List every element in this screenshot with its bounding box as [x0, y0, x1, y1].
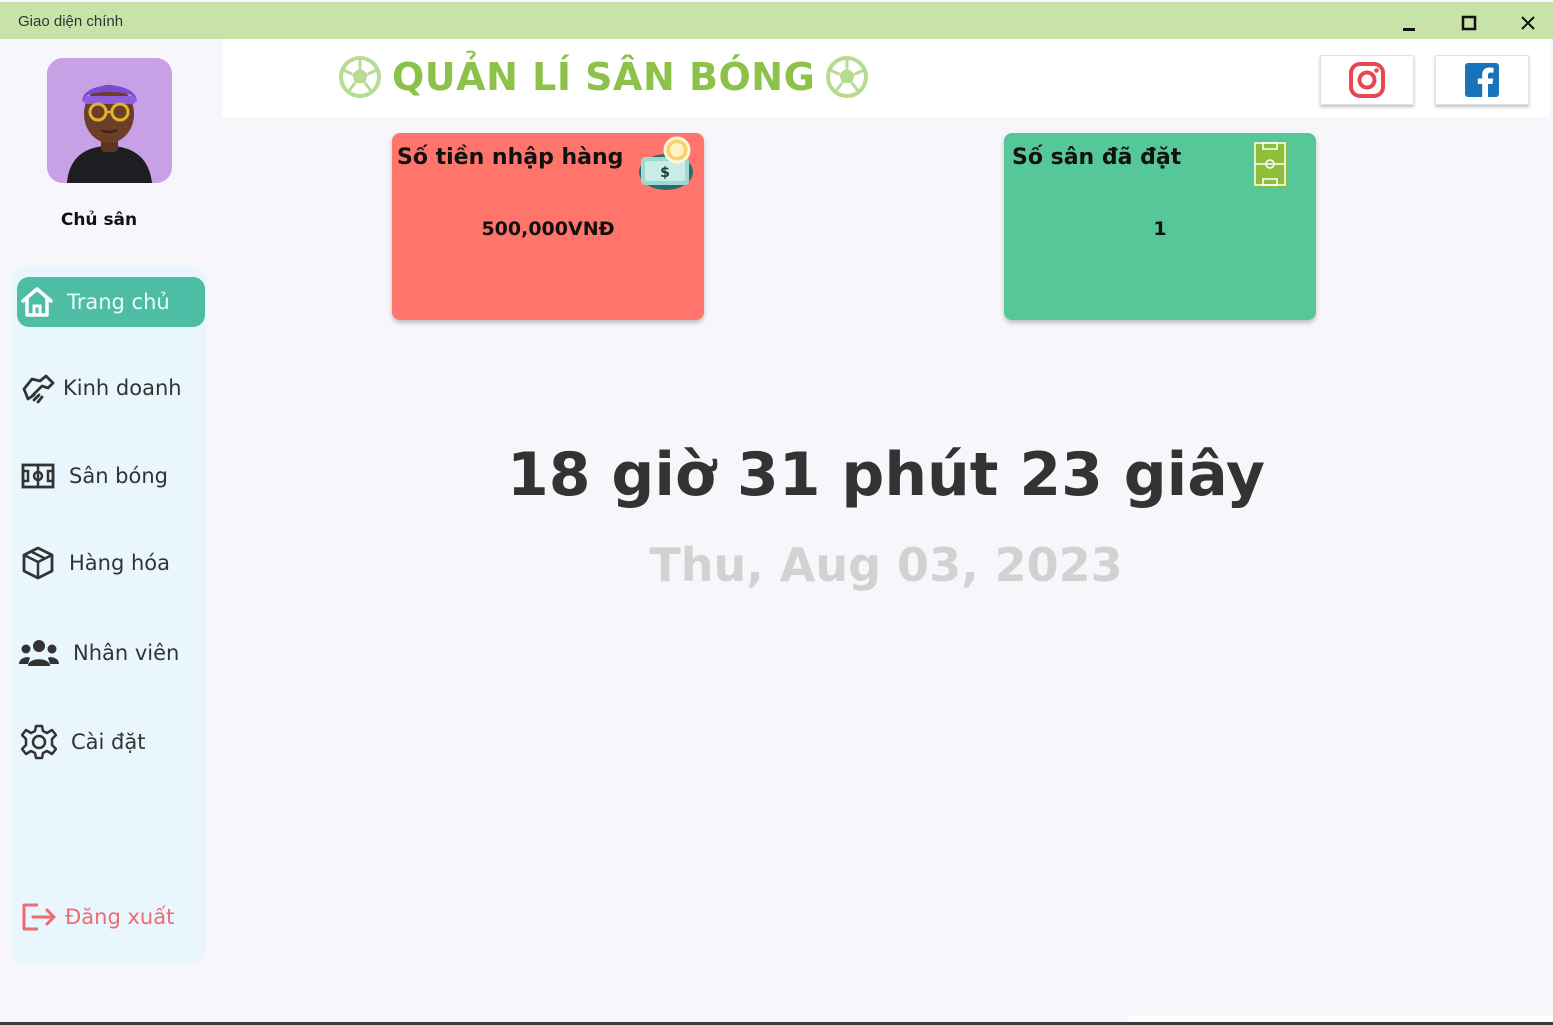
- nav-item-label: Sân bóng: [69, 464, 169, 488]
- avatar: [47, 58, 172, 183]
- sidebar: Trang chủ Kinh doanh Sân bóng Hàng hóa N…: [12, 266, 206, 964]
- minimize-icon: [1403, 28, 1415, 31]
- main-window: Giao diện chính QUẢN LÍ SÂN BÓNG Chủ sân…: [0, 0, 1553, 1025]
- close-button[interactable]: [1513, 8, 1543, 38]
- title-bar: Giao diện chính: [0, 2, 1553, 39]
- card-value: 500,000VNĐ: [481, 218, 615, 240]
- soccer-ball-icon: [826, 56, 869, 98]
- nav-item-nhan-vien[interactable]: Nhân viên: [17, 628, 205, 678]
- card-title: Số sân đã đặt: [1012, 145, 1182, 170]
- handshake-icon: [17, 371, 59, 405]
- nav-item-label: Trang chủ: [67, 290, 170, 314]
- brand: QUẢN LÍ SÂN BÓNG: [338, 51, 869, 103]
- owner-label: Chủ sân: [60, 210, 138, 230]
- instagram-button[interactable]: [1320, 55, 1414, 105]
- soccer-field-icon: [1253, 141, 1287, 187]
- nav-item-san-bong[interactable]: Sân bóng: [17, 451, 205, 501]
- clock-time: 18 giờ 31 phút 23 giây: [507, 440, 1265, 510]
- card-value: 1: [1153, 218, 1167, 240]
- brand-title: QUẢN LÍ SÂN BÓNG: [392, 55, 816, 99]
- nav-item-trang-chu[interactable]: Trang chủ: [17, 277, 205, 327]
- maximize-button[interactable]: [1454, 8, 1484, 38]
- money-icon: $: [639, 136, 693, 190]
- close-icon: [1521, 16, 1535, 30]
- field-icon: [17, 463, 59, 489]
- nav-item-kinh-doanh[interactable]: Kinh doanh: [17, 363, 205, 413]
- box-icon: [17, 546, 59, 580]
- logout-icon: [17, 902, 61, 932]
- home-icon: [17, 286, 57, 318]
- nav-item-label: Hàng hóa: [69, 551, 171, 575]
- gear-icon: [17, 724, 61, 760]
- minimize-button[interactable]: [1394, 8, 1424, 38]
- maximize-icon: [1461, 15, 1477, 31]
- booked-fields-card: Số sân đã đặt 1: [1004, 133, 1316, 320]
- instagram-icon: [1349, 62, 1385, 98]
- nav-item-label: Kinh doanh: [63, 376, 182, 400]
- window-title: Giao diện chính: [18, 13, 124, 30]
- clock-date: Thu, Aug 03, 2023: [649, 538, 1123, 592]
- nav-item-label: Cài đặt: [71, 730, 146, 754]
- nav-item-label: Nhân viên: [73, 641, 180, 665]
- users-icon: [17, 639, 61, 667]
- facebook-icon: [1465, 63, 1499, 97]
- logout-button[interactable]: Đăng xuất: [17, 892, 205, 942]
- header-bar: QUẢN LÍ SÂN BÓNG: [222, 39, 1550, 117]
- facebook-button[interactable]: [1435, 55, 1529, 105]
- import-cost-card: Số tiền nhập hàng $ 500,000VNĐ: [392, 133, 704, 320]
- svg-text:$: $: [660, 165, 670, 181]
- nav-item-cai-dat[interactable]: Cài đặt: [17, 717, 205, 767]
- card-title: Số tiền nhập hàng: [397, 145, 624, 170]
- nav-item-hang-hoa[interactable]: Hàng hóa: [17, 538, 205, 588]
- logout-label: Đăng xuất: [65, 905, 175, 929]
- soccer-ball-icon: [339, 56, 381, 98]
